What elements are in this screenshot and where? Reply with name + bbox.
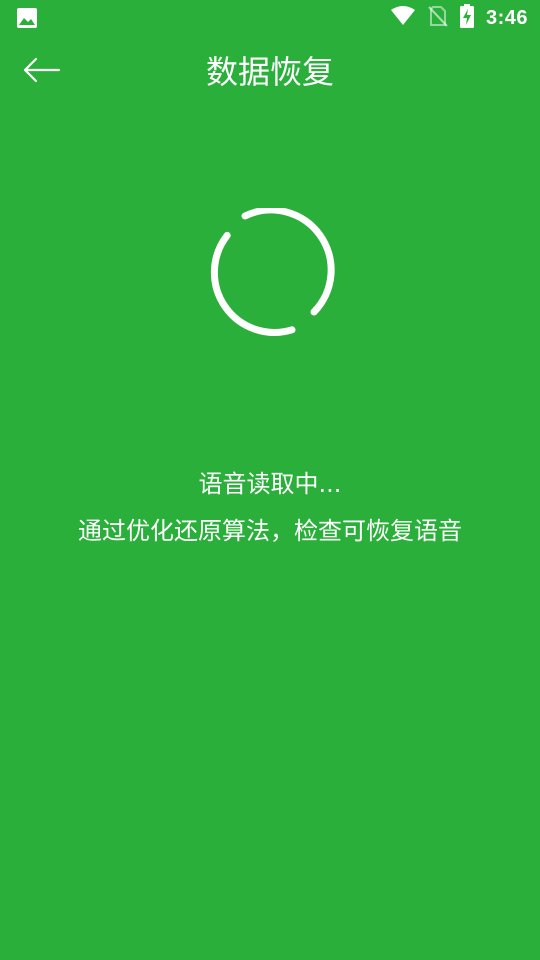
- arrow-left-icon: [23, 57, 61, 87]
- loading-spinner: [205, 206, 335, 338]
- image-icon: [16, 7, 38, 29]
- no-sim-icon: [428, 5, 448, 31]
- back-button[interactable]: [14, 50, 70, 94]
- status-time: 3:46: [485, 6, 528, 29]
- loading-status-text: 语音读取中...: [198, 470, 342, 498]
- page-title: 数据恢复: [205, 53, 334, 91]
- status-icons: 3:46: [390, 0, 528, 36]
- recovery-hint-text: 通过优化还原算法，检查可恢复语音: [78, 517, 462, 545]
- battery-charging-icon: [459, 4, 474, 32]
- recovery-screen: 3:46 数据恢复 语音读取中... 通过优化还原算法，检查可恢复语音: [0, 0, 540, 960]
- wifi-icon: [390, 6, 416, 30]
- status-bar: 3:46: [0, 0, 540, 36]
- app-bar: 数据恢复: [0, 36, 540, 108]
